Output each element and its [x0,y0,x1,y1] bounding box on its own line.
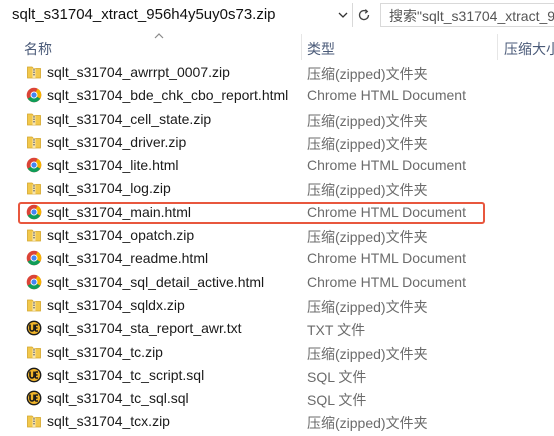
column-divider[interactable] [497,34,498,60]
file-type: TXT 文件 [307,322,366,339]
ultraedit-icon [26,320,42,336]
address-path[interactable]: sqlt_s31704_xtract_956h4y5uy0s73.zip [12,5,276,25]
chevron-down-icon[interactable] [334,4,352,26]
file-row[interactable]: sqlt_s31704_opatch.zip 压缩(zipped)文件夹 [0,224,554,247]
file-name[interactable]: sqlt_s31704_log.zip [47,180,171,196]
file-row[interactable]: sqlt_s31704_sql_detail_active.html Chrom… [0,271,554,294]
zip-folder-icon [26,111,42,127]
chrome-icon [26,250,42,266]
file-row[interactable]: sqlt_s31704_sta_report_awr.txt TXT 文件 [0,317,554,340]
file-type: Chrome HTML Document [307,87,466,104]
file-type: 压缩(zipped)文件夹 [307,135,428,152]
file-type: 压缩(zipped)文件夹 [307,415,428,432]
zip-folder-icon [26,134,42,150]
file-row[interactable]: sqlt_s31704_awrrpt_0007.zip 压缩(zipped)文件… [0,61,554,84]
zip-folder-icon [26,297,42,313]
file-name[interactable]: sqlt_s31704_driver.zip [47,134,186,150]
file-name[interactable]: sqlt_s31704_sql_detail_active.html [47,274,264,290]
file-row[interactable]: sqlt_s31704_bde_chk_cbo_report.html Chro… [0,84,554,107]
file-name[interactable]: sqlt_s31704_tcx.zip [47,413,170,429]
file-row[interactable]: sqlt_s31704_tcx.zip 压缩(zipped)文件夹 [0,410,554,433]
chrome-icon [26,274,42,290]
file-type: 压缩(zipped)文件夹 [307,66,428,82]
column-header-name[interactable]: 名称 [24,39,52,59]
zip-folder-icon [26,227,42,243]
chrome-icon [26,157,42,173]
file-type: 压缩(zipped)文件夹 [307,298,428,315]
selection-highlight-box [18,202,485,224]
file-type: Chrome HTML Document [307,250,466,267]
column-header-size[interactable]: 压缩大小 [504,39,554,59]
file-row[interactable]: sqlt_s31704_cell_state.zip 压缩(zipped)文件夹 [0,108,554,131]
ultraedit-icon [26,390,42,406]
file-name[interactable]: sqlt_s31704_bde_chk_cbo_report.html [47,87,288,103]
file-name[interactable]: sqlt_s31704_sta_report_awr.txt [47,320,242,336]
refresh-icon[interactable] [352,3,375,27]
file-row[interactable]: sqlt_s31704_lite.html Chrome HTML Docume… [0,154,554,177]
zip-folder-icon [26,413,42,429]
file-row[interactable]: sqlt_s31704_readme.html Chrome HTML Docu… [0,247,554,270]
file-list: sqlt_s31704_awrrpt_0007.zip 压缩(zipped)文件… [0,61,554,434]
zip-folder-icon [26,64,42,80]
file-row[interactable]: sqlt_s31704_tc_script.sql SQL 文件 [0,364,554,387]
file-row[interactable]: sqlt_s31704_log.zip 压缩(zipped)文件夹 [0,177,554,200]
file-type: 压缩(zipped)文件夹 [307,229,428,246]
file-type: SQL 文件 [307,368,367,385]
file-row[interactable]: sqlt_s31704_tc_sql.sql SQL 文件 [0,387,554,410]
zip-folder-icon [26,180,42,196]
file-name[interactable]: sqlt_s31704_readme.html [47,250,208,266]
zip-folder-icon [26,344,42,360]
file-name[interactable]: sqlt_s31704_tc.zip [47,344,163,360]
file-row[interactable]: sqlt_s31704_driver.zip 压缩(zipped)文件夹 [0,131,554,154]
column-header-type[interactable]: 类型 [307,39,335,59]
file-name[interactable]: sqlt_s31704_tc_script.sql [47,367,204,383]
file-type: 压缩(zipped)文件夹 [307,345,428,362]
file-type: Chrome HTML Document [307,157,466,174]
address-bar[interactable]: sqlt_s31704_xtract_956h4y5uy0s73.zip 搜索"… [0,0,554,32]
chrome-icon [26,87,42,103]
file-name[interactable]: sqlt_s31704_sqldx.zip [47,297,185,313]
file-type: 压缩(zipped)文件夹 [307,112,428,129]
file-row[interactable]: sqlt_s31704_tc.zip 压缩(zipped)文件夹 [0,341,554,364]
sort-ascending-icon [154,33,164,39]
file-type: 压缩(zipped)文件夹 [307,182,428,199]
file-name[interactable]: sqlt_s31704_cell_state.zip [47,111,211,127]
file-name[interactable]: sqlt_s31704_opatch.zip [47,227,194,243]
file-type: SQL 文件 [307,392,367,409]
ultraedit-icon [26,367,42,383]
search-input[interactable]: 搜索"sqlt_s31704_xtract_956 [380,3,554,27]
file-name[interactable]: sqlt_s31704_tc_sql.sql [47,390,189,406]
search-placeholder: 搜索"sqlt_s31704_xtract_956 [389,8,554,24]
file-name[interactable]: sqlt_s31704_lite.html [47,157,179,173]
file-type: Chrome HTML Document [307,273,466,290]
file-name[interactable]: sqlt_s31704_awrrpt_0007.zip [47,64,230,80]
column-divider[interactable] [301,34,302,60]
file-row[interactable]: sqlt_s31704_sqldx.zip 压缩(zipped)文件夹 [0,294,554,317]
